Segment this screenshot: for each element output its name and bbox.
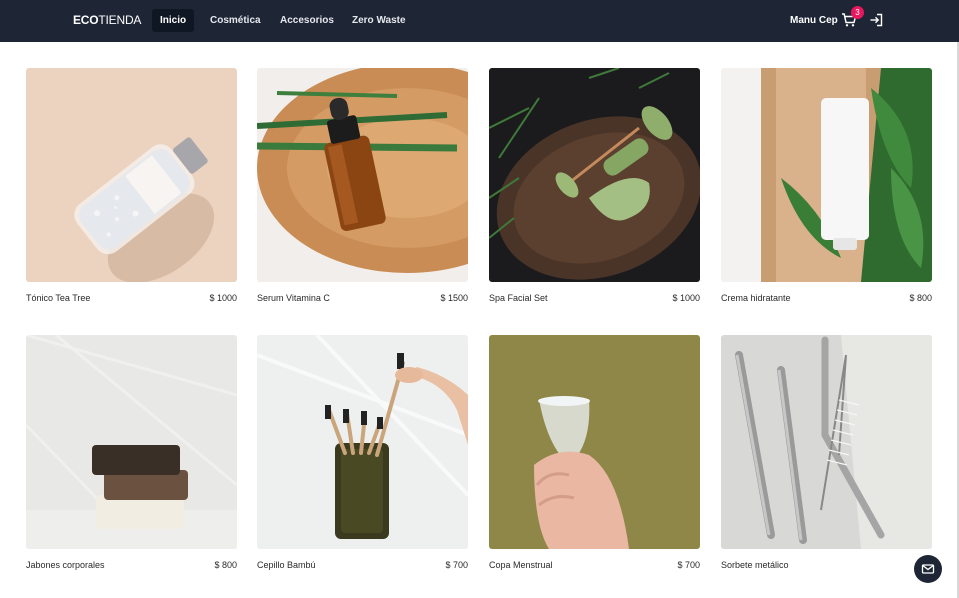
product-name: Tónico Tea Tree [26,293,91,303]
product-image-jade-roller[interactable] [489,68,700,282]
brand-logo[interactable]: ECOTIENDA [73,13,141,27]
product-name: Crema hidratante [721,293,791,303]
nav-link-cosmetica[interactable]: Cosmética [202,9,269,32]
brand-rest: TIENDA [98,13,142,27]
logout-icon[interactable] [868,12,884,28]
product-name: Cepillo Bambú [257,560,316,570]
product-image-metal-straws[interactable] [721,335,932,549]
product-price: $ 1000 [672,293,700,303]
product-card[interactable]: Spa Facial Set $ 1000 [489,68,700,313]
product-name: Spa Facial Set [489,293,548,303]
product-name: Sorbete metálico [721,560,789,570]
mail-icon [921,564,935,574]
product-card[interactable]: Tónico Tea Tree $ 1000 [26,68,237,313]
product-card[interactable]: Copa Menstrual $ 700 [489,335,700,580]
cart-count-badge: 3 [851,6,864,19]
nav-link-accesorios[interactable]: Accesorios [272,9,342,32]
product-price: $ 800 [214,560,237,570]
product-price: $ 700 [677,560,700,570]
product-image-tonic-bottle[interactable] [26,68,237,282]
mail-button[interactable] [914,555,942,583]
product-name: Copa Menstrual [489,560,553,570]
brand-bold: ECO [73,13,99,27]
product-name: Jabones corporales [26,560,105,570]
product-card[interactable]: Crema hidratante $ 800 [721,68,932,313]
product-price: $ 1000 [209,293,237,303]
product-card[interactable]: Serum Vitamina C $ 1500 [257,68,468,313]
top-navbar: ECOTIENDA Inicio Cosmética Accesorios Ze… [0,0,959,42]
product-image-menstrual-cup[interactable] [489,335,700,549]
product-name: Serum Vitamina C [257,293,330,303]
product-price: $ 1500 [440,293,468,303]
product-image-serum-dropper[interactable] [257,68,468,282]
product-card[interactable]: Jabones corporales $ 800 [26,335,237,580]
nav-link-zero-waste[interactable]: Zero Waste [344,9,414,32]
product-price: $ 700 [445,560,468,570]
user-name[interactable]: Manu Cep [790,15,838,26]
product-image-soaps[interactable] [26,335,237,549]
product-card[interactable]: Sorbete metálico $ [721,335,932,580]
product-card[interactable]: Cepillo Bambú $ 700 [257,335,468,580]
product-price: $ 800 [909,293,932,303]
product-image-bamboo-toothbrushes[interactable] [257,335,468,549]
product-image-cream-tube[interactable] [721,68,932,282]
nav-link-inicio[interactable]: Inicio [152,9,195,32]
